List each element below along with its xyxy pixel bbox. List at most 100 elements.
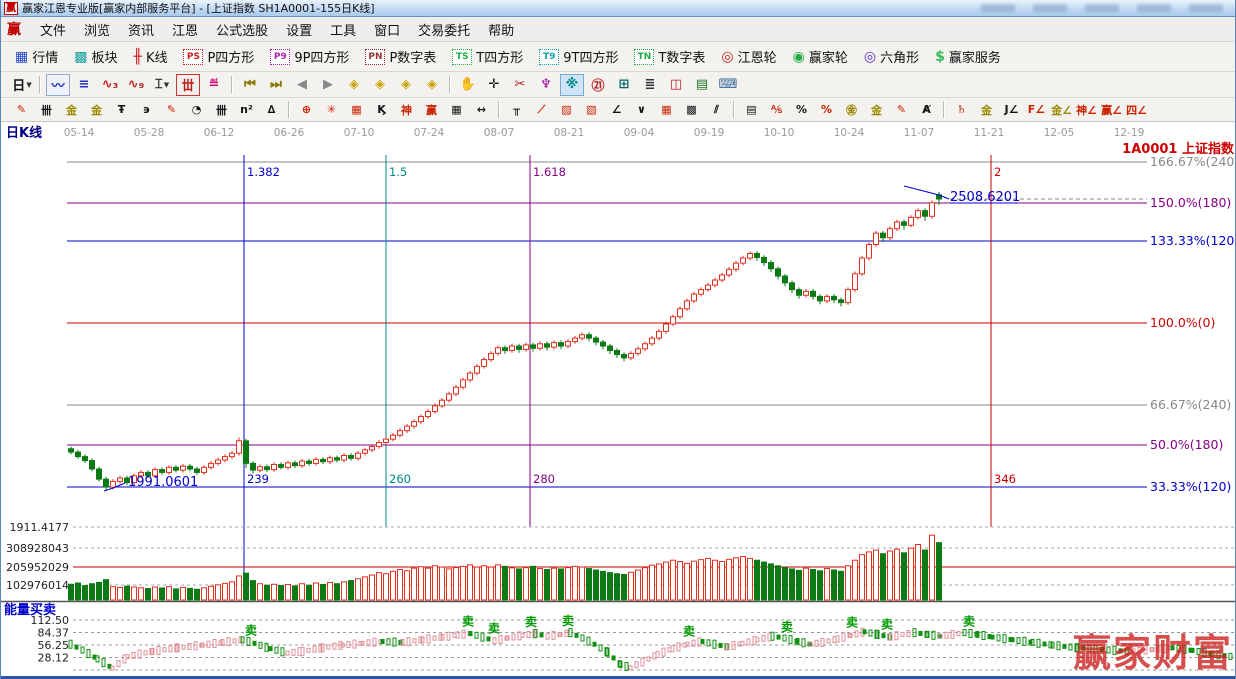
tool-f-angle-icon[interactable]: F∠	[1025, 100, 1048, 120]
tool-a-line-icon[interactable]: Ⱥ	[915, 100, 938, 120]
volume-bar	[412, 568, 417, 600]
tool-box-fan-2-icon[interactable]: ▧	[580, 100, 603, 120]
tool-hash-icon[interactable]: 卌	[210, 100, 233, 120]
tool-anchor-icon[interactable]: ♄	[950, 100, 973, 120]
tool-pen-2-icon[interactable]: ✎	[160, 100, 183, 120]
tool-crosshair-tool-icon[interactable]: ✛	[482, 74, 506, 96]
tool-j-angle-icon[interactable]: J∠	[1000, 100, 1023, 120]
tool-f-grid-icon[interactable]: Ŧ	[110, 100, 133, 120]
tool-n-square-icon[interactable]: n²	[235, 100, 258, 120]
tool-gold-circle-icon[interactable]: ㊎	[840, 100, 863, 120]
tool-gold-grid-2-icon[interactable]: 金	[85, 100, 108, 120]
menu-item-settings[interactable]: 设置	[277, 22, 321, 41]
tool-grid-lines-icon[interactable]: 卌	[35, 100, 58, 120]
toolbar-button-kline[interactable]: ╫K线	[126, 43, 176, 70]
tool-column-chart-icon[interactable]: ▤	[740, 100, 763, 120]
tool-angle-ruler-icon[interactable]: ∆	[260, 100, 283, 120]
tool-pen-icon[interactable]: ✎	[10, 100, 33, 120]
tool-chart-9min-icon[interactable]: ∿₉	[124, 74, 148, 96]
tool-gold-line-icon[interactable]: 金	[865, 100, 888, 120]
tool-calculator-icon[interactable]: ⊞	[612, 74, 636, 96]
tool-box-fan-icon[interactable]: ▨	[555, 100, 578, 120]
toolbar-button-t-number-table[interactable]: TNT数字表	[626, 43, 713, 70]
tool-zigzag-tool-icon[interactable]: 〰	[46, 74, 70, 96]
tool-target-circle-icon[interactable]: ⊕	[295, 100, 318, 120]
tool-next-page-icon[interactable]: ▶	[316, 74, 340, 96]
tool-v-check-icon[interactable]: ∨	[630, 100, 653, 120]
toolbar-button-t-square[interactable]: TST四方形	[444, 43, 531, 70]
tool-gold-grid-1-icon[interactable]: 金	[60, 100, 83, 120]
toolbar-button-quotes[interactable]: ▦行情	[7, 43, 66, 70]
tool-last-page-icon[interactable]: ⏭	[264, 74, 288, 96]
tool-first-page-icon[interactable]: ⏮	[238, 74, 262, 96]
tool-info-list-icon[interactable]: ≡	[72, 74, 96, 96]
menu-item-formula-stock-pick[interactable]: 公式选股	[207, 22, 277, 41]
tool-percent-icon[interactable]: %	[790, 100, 813, 120]
tool-win-angle-icon[interactable]: 赢∠	[1100, 100, 1123, 120]
tool-candle-style-dropdown-icon[interactable]: ⌶▼	[150, 74, 174, 96]
menu-item-tools[interactable]: 工具	[321, 22, 365, 41]
menu-item-gann[interactable]: 江恩	[163, 22, 207, 41]
toolbar-button-p-square[interactable]: PSP四方形	[175, 43, 262, 70]
tool-gold-slash-icon[interactable]: 金	[975, 100, 998, 120]
tool-hand-tool-icon[interactable]: ✋	[456, 74, 480, 96]
volume-bar	[489, 567, 494, 600]
tool-color-histogram-icon[interactable]: ≝	[202, 74, 226, 96]
volume-bar	[279, 586, 284, 600]
tool-k-wave-icon[interactable]: Ϗ	[370, 100, 393, 120]
toolbar-button-winner-wheel[interactable]: ◉赢家轮	[785, 43, 856, 70]
tool-expand-horizontal-icon[interactable]: ◈	[394, 74, 418, 96]
tool-percent-line-icon[interactable]: %	[815, 100, 838, 120]
tool-star-burst-icon[interactable]: ✳	[320, 100, 343, 120]
tool-compress-horizontal-icon[interactable]: ◈	[420, 74, 444, 96]
toolbar-button-sectors[interactable]: ▩板块	[66, 43, 125, 70]
menu-item-window[interactable]: 窗口	[365, 22, 409, 41]
menu-item-view[interactable]: 浏览	[75, 22, 119, 41]
tool-pen-a-icon[interactable]: ✎	[890, 100, 913, 120]
toolbar-button-9p-square[interactable]: P99P四方形	[262, 43, 357, 70]
tool-circle-cycle-icon[interactable]: ◔	[185, 100, 208, 120]
menu-item-news[interactable]: 资讯	[119, 22, 163, 41]
toolbar-button-9t-square[interactable]: T99T四方形	[531, 43, 626, 70]
toolbar-button-winner-service[interactable]: $赢家服务	[927, 43, 1009, 70]
tool-stamp-tool-icon[interactable]: ♆	[534, 74, 558, 96]
tool-save-image-icon[interactable]: ▤	[690, 74, 714, 96]
tool-prev-page-icon[interactable]: ◀	[290, 74, 314, 96]
tool-chart-3min-icon[interactable]: ∿₃	[98, 74, 122, 96]
tool-export-pc-icon[interactable]: ⌨	[716, 74, 740, 96]
tool-trend-angle-icon[interactable]: ∠	[605, 100, 628, 120]
tool-shen-grid-icon[interactable]: 神	[395, 100, 418, 120]
toolbar-button-hexagon[interactable]: ◎六角形	[856, 43, 927, 70]
tool-gold-angle-icon[interactable]: 金∠	[1050, 100, 1073, 120]
tool-notepad-icon[interactable]: ≣	[638, 74, 662, 96]
menu-item-trade-entrust[interactable]: 交易委托	[409, 22, 479, 41]
tool-si-angle-icon[interactable]: 四∠	[1125, 100, 1148, 120]
tool-red-grid-icon[interactable]: ▦	[345, 100, 368, 120]
tool-period-dropdown-icon[interactable]: 日▼	[10, 74, 34, 96]
toolbar-button-gann-wheel[interactable]: ◎江恩轮	[713, 43, 784, 70]
tool-smart-draw-tool-icon[interactable]: ※	[560, 74, 584, 96]
tool-parallel-lines-icon[interactable]: ⫽	[705, 100, 728, 120]
tool-scissors-tool-icon[interactable]: ✂	[508, 74, 532, 96]
tool-spiral-icon[interactable]: ϶	[135, 100, 158, 120]
kline-chart-canvas[interactable]: 日K线05-1405-2806-1206-2607-1007-2408-0708…	[1, 122, 1236, 679]
tool-calendar-icon[interactable]: ㉑	[586, 74, 610, 96]
tool-grid-red-icon[interactable]: ▦	[655, 100, 678, 120]
tool-wave-tool-icon[interactable]: 丗	[176, 74, 200, 96]
tool-grid-black-icon[interactable]: ▩	[680, 100, 703, 120]
tool-win-grid-icon[interactable]: 赢	[420, 100, 443, 120]
tool-percent-change-icon[interactable]: ⅍	[765, 100, 788, 120]
tool-shen-angle-icon[interactable]: 神∠	[1075, 100, 1098, 120]
toolbar-button-p-number-table[interactable]: PNP数字表	[357, 43, 444, 70]
tool-frame-icon[interactable]: ╥	[505, 100, 528, 120]
tool-shift-right-icon[interactable]: ◈	[368, 74, 392, 96]
menu-item-file[interactable]: 文件	[31, 22, 75, 41]
tool-number-grid-icon[interactable]: ▦	[445, 100, 468, 120]
candle-body	[671, 317, 676, 324]
menu-item-help[interactable]: 帮助	[479, 22, 523, 41]
tool-fan-lines-icon[interactable]: ⟋	[530, 100, 553, 120]
tool-save-icon[interactable]: ◫	[664, 74, 688, 96]
tool-width-ruler-icon[interactable]: ↔	[470, 100, 493, 120]
tool-shift-left-icon[interactable]: ◈	[342, 74, 366, 96]
volume-bar	[566, 568, 571, 600]
